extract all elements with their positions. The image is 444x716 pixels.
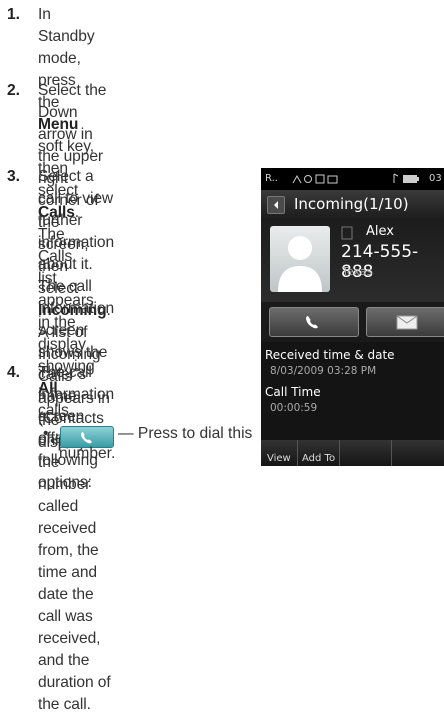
step-line: Select a call to view further <box>38 168 114 229</box>
step-line: duration of the call. <box>38 674 111 713</box>
contact-card: Alex 214-555-888 Texas <box>261 218 444 302</box>
step-line: call was received, and the <box>38 608 101 669</box>
status-bar: R.. 03 <box>261 168 444 190</box>
softkey-add-to[interactable]: Add To <box>297 440 340 466</box>
bullet-text: — Press to dial this <box>118 425 253 442</box>
clock-text: 03 <box>429 173 442 184</box>
step-number: 1. <box>7 6 21 23</box>
softkey-bar: View Add To <box>261 440 444 466</box>
received-value: 8/03/2009 03:28 PM <box>270 365 377 377</box>
battery-icon <box>393 173 419 183</box>
back-button[interactable] <box>267 196 285 214</box>
call-time-label: Call Time <box>265 385 321 399</box>
signal-indicator: R.. <box>265 173 278 184</box>
step-line: from, the time and date the <box>38 542 99 603</box>
step-number: 2. <box>7 82 21 99</box>
bullet-text-continued: number. <box>59 445 116 462</box>
softkey-blank[interactable] <box>339 440 392 466</box>
call-time-value: 00:00:59 <box>270 402 318 414</box>
bullet-dot: • <box>43 425 49 442</box>
softkey-view[interactable]: View <box>261 440 298 466</box>
contact-icon <box>341 226 353 240</box>
contact-avatar <box>270 226 330 292</box>
message-button[interactable] <box>366 307 444 337</box>
step-number: 3. <box>7 168 21 185</box>
step-line: information screen shows the <box>38 300 115 361</box>
title-bar: Incoming(1/10) <box>261 190 444 218</box>
screen-title: Incoming(1/10) <box>294 195 409 213</box>
received-label: Received time & date <box>265 348 395 362</box>
step-line: information about it. The call <box>38 234 115 295</box>
contact-name: Alex <box>366 224 394 239</box>
action-row <box>261 302 444 342</box>
softkey-add-label: Add To <box>302 453 336 464</box>
step-line: The call information screen <box>38 364 115 425</box>
call-details: Received time & date 8/03/2009 03:28 PM … <box>261 342 444 440</box>
phone-screen: R.. 03 Incoming(1/10) Alex 214-555-888 T… <box>261 168 444 466</box>
contact-location: Texas <box>342 265 373 278</box>
call-button[interactable] <box>269 307 359 337</box>
softkey-view-label: View <box>267 453 291 464</box>
envelope-icon <box>396 315 418 330</box>
status-icons <box>292 174 338 184</box>
person-icon <box>278 236 322 292</box>
back-arrow-icon <box>274 201 278 209</box>
phone-icon <box>306 316 318 329</box>
step-number: 4. <box>7 364 21 381</box>
